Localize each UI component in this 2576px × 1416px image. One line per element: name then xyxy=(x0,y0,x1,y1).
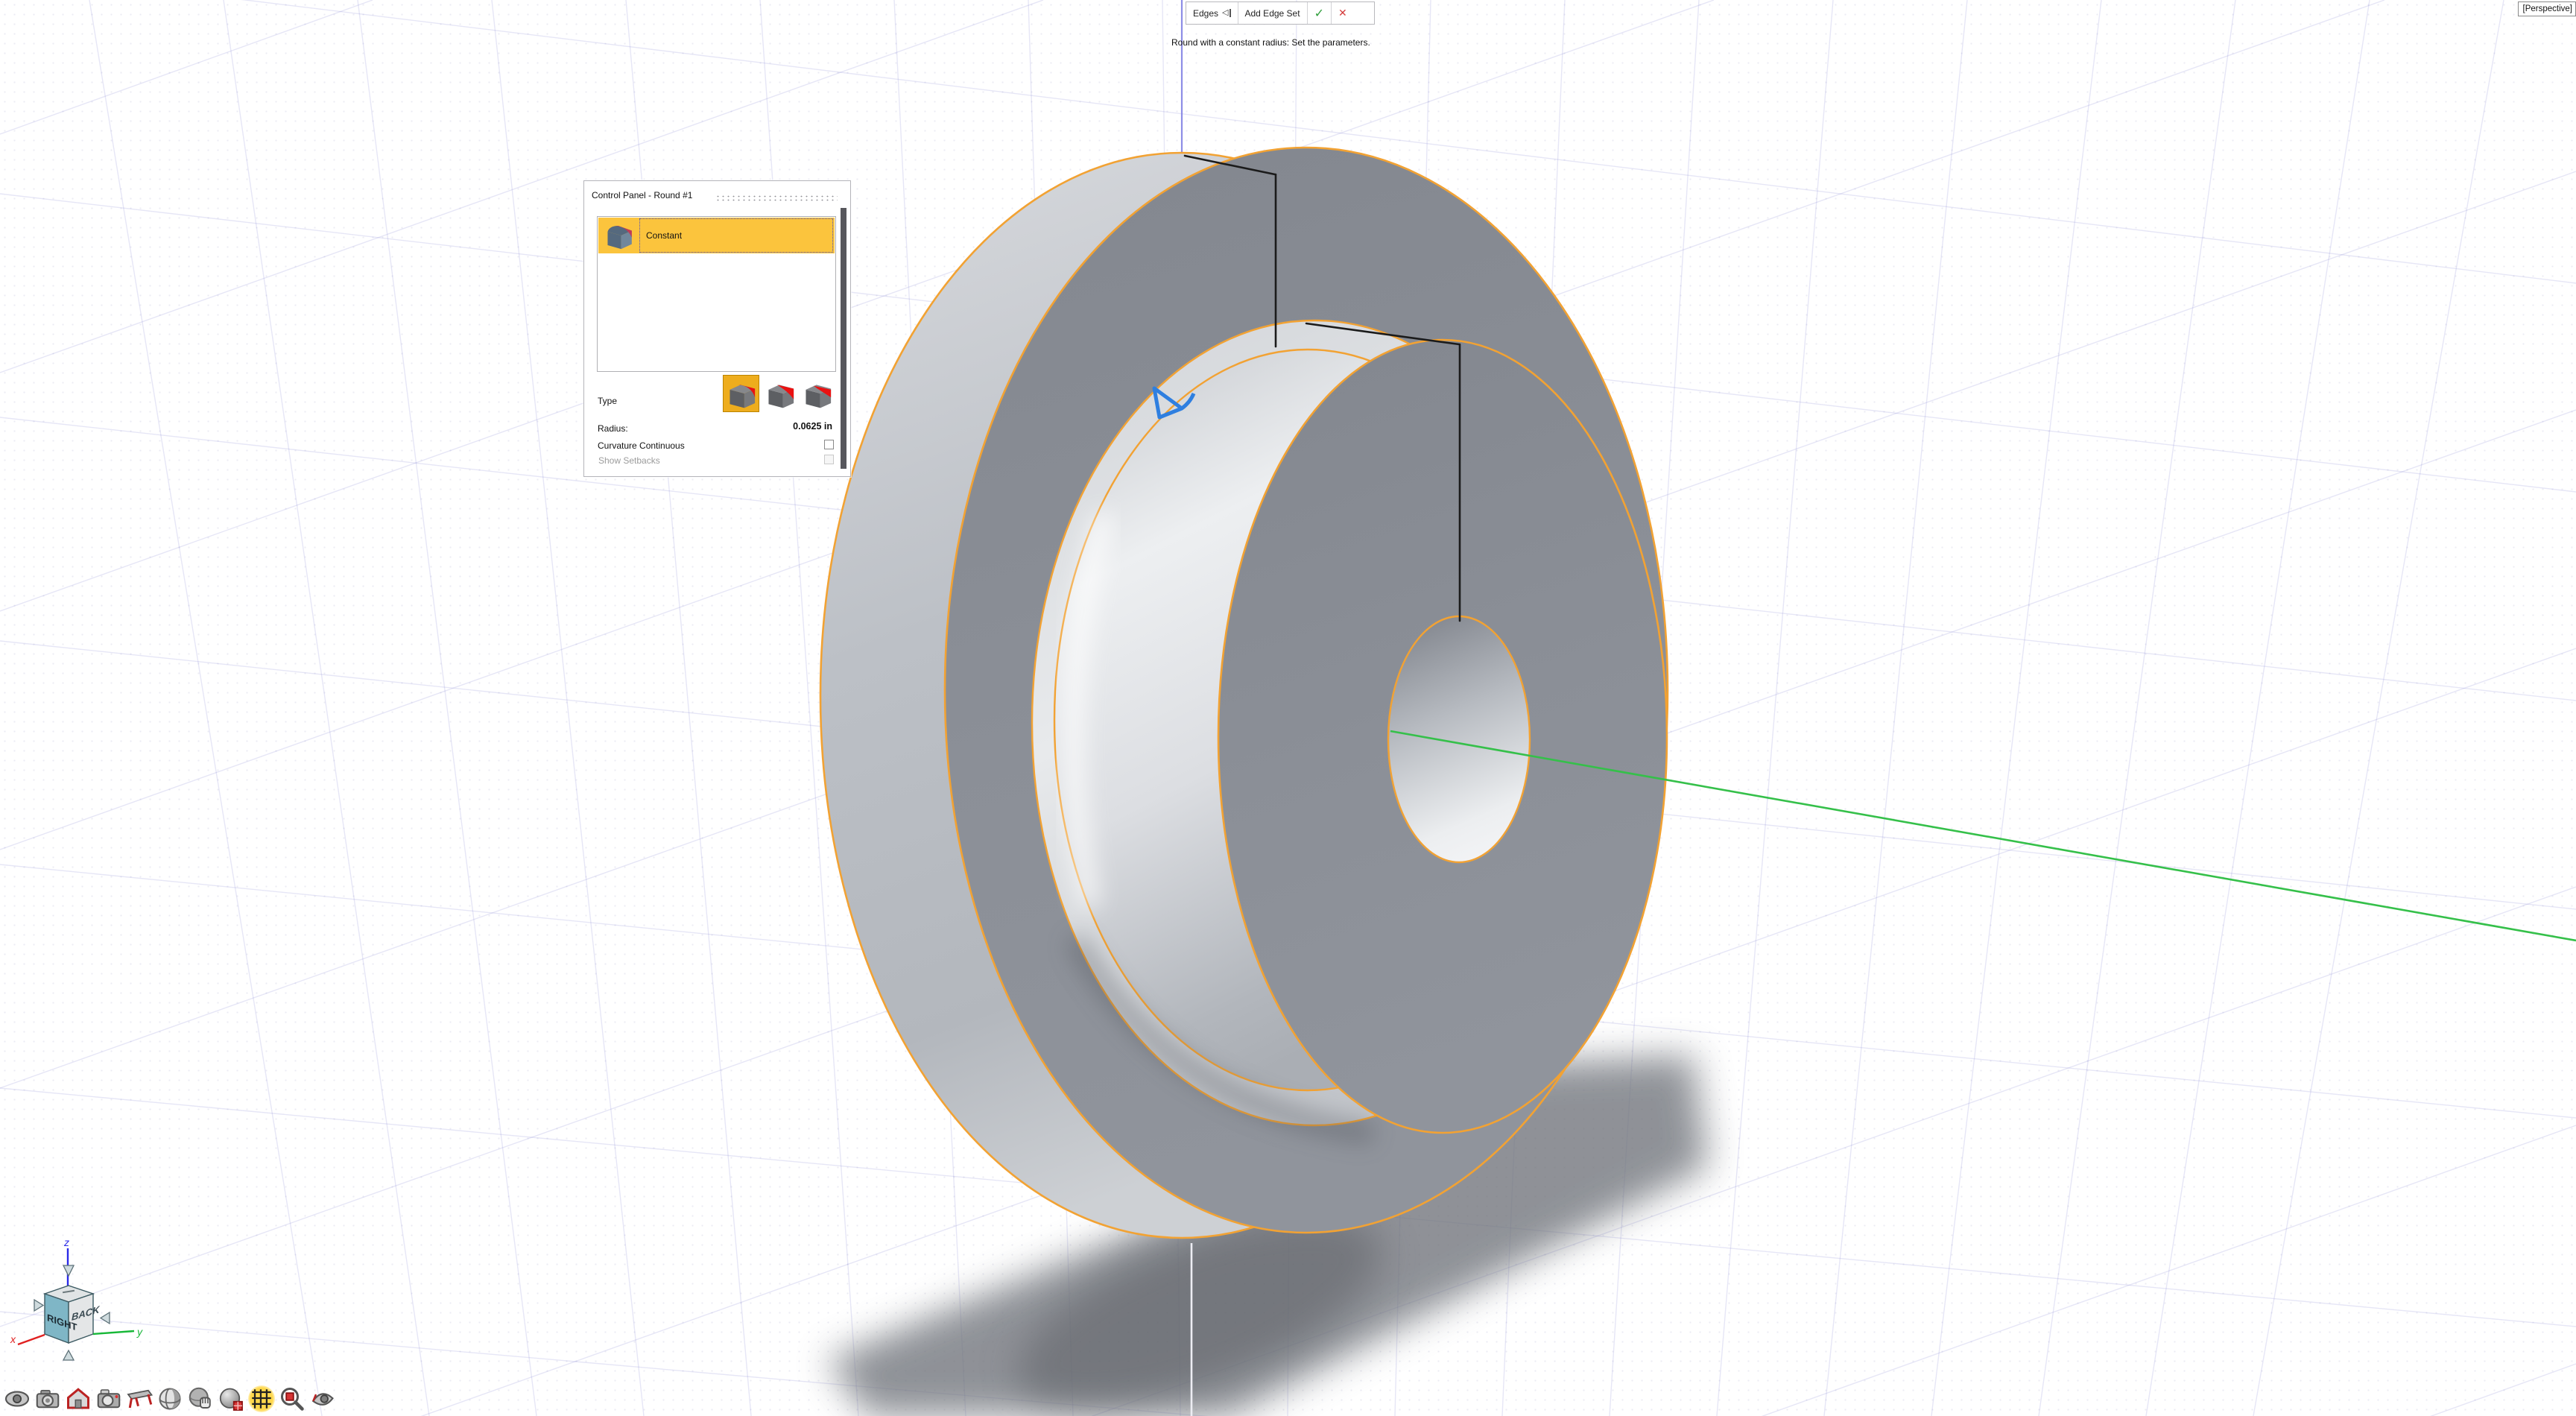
rotate-down-arrow xyxy=(63,1265,74,1276)
round-set-label: Constant xyxy=(646,230,682,241)
panel-scrollbar-thumb[interactable] xyxy=(841,208,846,469)
rotate-right-arrow xyxy=(34,1300,43,1311)
3d-viewport[interactable] xyxy=(0,0,2576,1416)
constant-round-icon xyxy=(598,218,639,253)
snapshot-camera-icon[interactable] xyxy=(34,1385,62,1413)
cancel-button[interactable]: ✕ xyxy=(1332,2,1354,24)
control-panel-title: Control Panel - Round #1 xyxy=(592,190,692,200)
confirm-button[interactable]: ✓ xyxy=(1308,2,1332,24)
view-cube[interactable]: z RIGHT BACK x y xyxy=(0,1207,179,1394)
grid-toggle-icon[interactable] xyxy=(247,1385,276,1413)
collapse-icon[interactable]: ◁ xyxy=(1222,9,1230,17)
control-panel-round: Control Panel - Round #1 Constant Type xyxy=(583,180,851,477)
curvature-continuous-checkbox[interactable] xyxy=(824,440,834,449)
radius-label: Radius: xyxy=(598,423,628,434)
type-round-convex-button[interactable] xyxy=(723,375,759,412)
zoom-selection-icon[interactable] xyxy=(278,1385,306,1413)
view-toolbar xyxy=(3,1385,337,1413)
visibility-eye-icon[interactable] xyxy=(3,1385,31,1413)
x-axis-label: x xyxy=(10,1333,16,1345)
show-setbacks-checkbox xyxy=(824,455,834,464)
y-axis-indicator xyxy=(93,1331,134,1334)
orbit-sphere-icon[interactable] xyxy=(156,1385,184,1413)
round-set-row-selected[interactable]: Constant xyxy=(598,218,835,253)
type-chamfer-button[interactable] xyxy=(799,375,835,412)
cancel-x-icon: ✕ xyxy=(1338,7,1347,19)
part-stepped-disc[interactable] xyxy=(820,148,1668,1238)
rotate-up-arrow xyxy=(63,1350,74,1360)
round-mini-toolbar: Edges ◁ Add Edge Set ✓ ✕ xyxy=(1186,1,1375,25)
show-setbacks-label: Show Setbacks xyxy=(598,455,660,466)
confirm-check-icon: ✓ xyxy=(1314,6,1324,21)
type-label: Type xyxy=(598,396,617,406)
workplane-table-icon[interactable] xyxy=(125,1385,154,1413)
type-round-concave-button[interactable] xyxy=(762,375,798,412)
x-axis-indicator xyxy=(18,1335,45,1344)
pan-globe-icon[interactable] xyxy=(186,1385,215,1413)
cad-application-window: { "viewport": { "view_mode_label": "[Per… xyxy=(0,0,2576,1416)
panel-drag-grip[interactable] xyxy=(715,195,838,201)
curvature-continuous-label: Curvature Continuous xyxy=(598,440,685,451)
edges-label: Edges xyxy=(1193,8,1218,19)
round-set-list[interactable]: Constant xyxy=(597,216,836,372)
add-edge-set-button[interactable]: Add Edge Set xyxy=(1238,2,1308,24)
rotate-left-arrow xyxy=(101,1312,110,1324)
center-hole xyxy=(1388,616,1530,862)
perspective-eye-icon[interactable] xyxy=(308,1385,337,1413)
home-view-icon[interactable] xyxy=(64,1385,92,1413)
z-axis-label: z xyxy=(63,1236,69,1248)
y-axis-label: y xyxy=(136,1326,143,1338)
edges-button[interactable]: Edges ◁ xyxy=(1186,2,1238,24)
view-mode-indicator: [Perspective] xyxy=(2518,1,2576,16)
radius-value-field[interactable]: 0.0625 in xyxy=(793,421,832,432)
zoom-sphere-icon[interactable] xyxy=(217,1385,245,1413)
status-hint-text: Round with a constant radius: Set the pa… xyxy=(1171,37,1370,48)
render-camera-icon[interactable] xyxy=(95,1385,123,1413)
